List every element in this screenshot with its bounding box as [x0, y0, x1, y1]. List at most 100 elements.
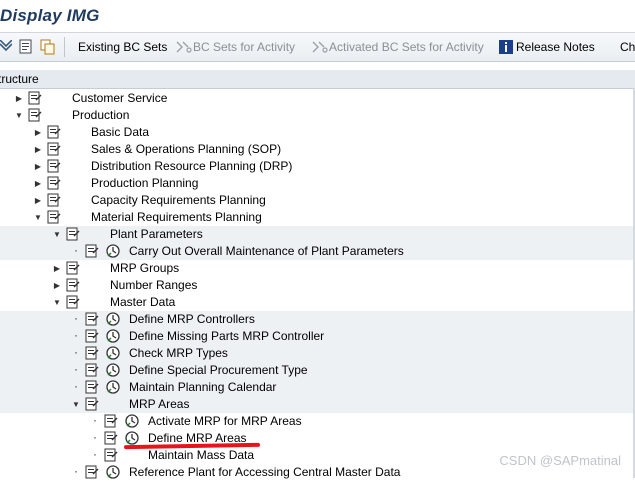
tree-activity[interactable]: · Carry Out Overall Maintenance of Plant… [0, 243, 635, 260]
tree-node-label: Distribution Resource Planning (DRP) [91, 159, 293, 173]
documentation-icon[interactable] [66, 278, 80, 292]
tree-node[interactable]: ▶ MRP Groups [0, 260, 635, 277]
tree-node[interactable]: ▶ Production Planning [0, 175, 635, 192]
execute-clock-icon[interactable] [125, 431, 139, 445]
collapse-triangle-icon[interactable]: ▼ [71, 396, 81, 413]
info-icon [499, 40, 513, 54]
expand-triangle-icon[interactable]: ▶ [33, 141, 43, 158]
tree-node-label: Carry Out Overall Maintenance of Plant P… [129, 244, 404, 258]
tree-node[interactable]: ▼ Material Requirements Planning [0, 209, 635, 226]
documentation-icon[interactable] [85, 244, 99, 258]
tree-node-label: Define Missing Parts MRP Controller [129, 329, 325, 343]
structure-header: tructure [0, 70, 635, 89]
documentation-icon[interactable] [66, 227, 80, 241]
tree-activity[interactable]: · Define MRP Controllers [0, 311, 635, 328]
collapse-triangle-icon[interactable]: ▼ [52, 294, 62, 311]
release-notes-label: Release Notes [516, 40, 595, 54]
documentation-icon[interactable] [47, 210, 61, 224]
bullet-icon: · [74, 311, 78, 325]
truncated-toolbar-button[interactable]: Ch [620, 33, 635, 61]
execute-clock-icon[interactable] [125, 414, 139, 428]
truncated-toolbar-label: Ch [620, 40, 635, 54]
bullet-icon: · [93, 413, 97, 427]
existing-bc-sets-label: Existing BC Sets [78, 40, 168, 54]
documentation-icon[interactable] [28, 108, 42, 122]
collapse-triangle-icon[interactable]: ▼ [52, 226, 62, 243]
documentation-icon[interactable] [47, 142, 61, 156]
tree-node-label: Sales & Operations Planning (SOP) [91, 142, 282, 156]
documentation-icon[interactable] [104, 414, 118, 428]
documentation-icon[interactable] [85, 465, 99, 479]
expand-triangle-icon[interactable]: ▶ [14, 90, 24, 107]
bc-set-icon [176, 41, 192, 53]
expand-triangle-icon[interactable]: ▶ [52, 277, 62, 294]
tree-node[interactable]: ▶ Distribution Resource Planning (DRP) [0, 158, 635, 175]
bc-sets-for-activity-button[interactable]: BC Sets for Activity [174, 33, 295, 61]
tree-node[interactable]: ▶ Number Ranges [0, 277, 635, 294]
tree-activity[interactable]: · Check MRP Types [0, 345, 635, 362]
bc-sets-for-activity-label: BC Sets for Activity [193, 40, 296, 54]
tree-node[interactable]: ▶ Capacity Requirements Planning [0, 192, 635, 209]
tree-node[interactable]: ▶ Sales & Operations Planning (SOP) [0, 141, 635, 158]
tree-activity[interactable]: · Activate MRP for MRP Areas [0, 413, 635, 430]
collapse-triangle-icon[interactable]: ▼ [33, 209, 43, 226]
documentation-icon[interactable] [85, 312, 99, 326]
execute-clock-icon[interactable] [106, 329, 120, 343]
tree-node[interactable]: ▶ Customer Service [0, 90, 635, 107]
tree-node-label: Define MRP Controllers [129, 312, 255, 326]
execute-clock-icon[interactable] [106, 346, 120, 360]
existing-bc-sets-button[interactable]: Existing BC Sets [78, 33, 167, 61]
expand-triangle-icon[interactable]: ▶ [33, 175, 43, 192]
title-bar: Display IMG [0, 0, 635, 32]
tree-node[interactable]: ▼ MRP Areas [0, 396, 635, 413]
documentation-icon[interactable] [104, 448, 118, 462]
expand-triangle-icon[interactable]: ▶ [33, 192, 43, 209]
tree-node[interactable]: ▼ Master Data [0, 294, 635, 311]
execute-clock-icon[interactable] [106, 363, 120, 377]
documentation-icon[interactable] [85, 346, 99, 360]
bullet-icon: · [74, 328, 78, 342]
documentation-icon[interactable] [104, 431, 118, 445]
tree-node[interactable]: ▼ Production [0, 107, 635, 124]
documentation-icon[interactable] [85, 380, 99, 394]
tree-activity[interactable]: · Define Missing Parts MRP Controller [0, 328, 635, 345]
bullet-icon: · [74, 379, 78, 393]
tree-node-label: Production [72, 108, 130, 122]
documentation-icon[interactable] [47, 193, 61, 207]
collapse-triangle-icon[interactable]: ▼ [14, 107, 24, 124]
execute-clock-icon[interactable] [106, 312, 120, 326]
tree-node-label: Production Planning [91, 176, 199, 190]
documentation-icon[interactable] [47, 176, 61, 190]
activated-bc-sets-button[interactable]: Activated BC Sets for Activity [310, 33, 484, 61]
tree-node-label: Maintain Planning Calendar [129, 380, 277, 394]
tree-node[interactable]: ▼ Plant Parameters [0, 226, 635, 243]
copy-icon [40, 39, 55, 55]
execute-clock-icon[interactable] [106, 380, 120, 394]
tree-node-label: Plant Parameters [110, 227, 203, 241]
tree-node-label: Define Special Procurement Type [129, 363, 308, 377]
tree-activity[interactable]: · Define Special Procurement Type [0, 362, 635, 379]
documentation-icon[interactable] [28, 91, 42, 105]
documentation-icon[interactable] [85, 363, 99, 377]
execute-clock-icon[interactable] [106, 244, 120, 258]
expand-triangle-icon[interactable]: ▶ [33, 158, 43, 175]
expand-triangle-icon[interactable]: ▶ [52, 260, 62, 277]
execute-clock-icon[interactable] [106, 465, 120, 479]
documentation-icon[interactable] [66, 261, 80, 275]
tree-activity[interactable]: · Maintain Planning Calendar [0, 379, 635, 396]
tree-node-label: Capacity Requirements Planning [91, 193, 266, 207]
documentation-icon[interactable] [85, 329, 99, 343]
tree-node[interactable]: ▶ Basic Data [0, 124, 635, 141]
documentation-button[interactable] [18, 33, 34, 61]
documentation-icon[interactable] [85, 397, 99, 411]
tree-node-label: Number Ranges [110, 278, 198, 292]
release-notes-button[interactable]: Release Notes [499, 33, 595, 61]
documentation-icon[interactable] [47, 159, 61, 173]
documentation-icon[interactable] [47, 125, 61, 139]
tree-activity[interactable]: · Define MRP Areas [0, 430, 635, 447]
expand-triangle-icon[interactable]: ▶ [33, 124, 43, 141]
activated-bc-sets-label: Activated BC Sets for Activity [329, 40, 484, 54]
documentation-icon[interactable] [66, 295, 80, 309]
expand-subtree-button[interactable] [0, 33, 12, 61]
copy-button[interactable] [40, 33, 56, 61]
